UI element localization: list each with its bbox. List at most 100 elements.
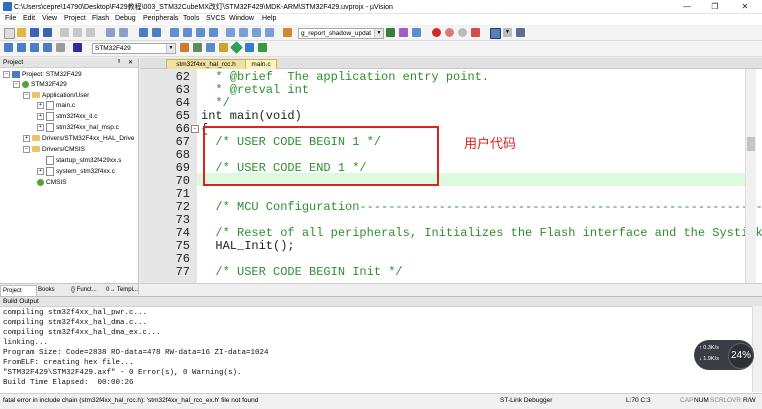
bookmark-icon[interactable]: [170, 28, 179, 37]
target-options-icon[interactable]: [180, 43, 189, 52]
menu-flash[interactable]: Flash: [92, 15, 109, 22]
open-folder-icon[interactable]: [17, 28, 26, 37]
find-icon[interactable]: [386, 28, 395, 37]
find-combo[interactable]: g_report_shadow_updat ▼: [298, 28, 384, 39]
code-line[interactable]: /* MCU Configuration--------------------…: [201, 200, 762, 214]
code-line[interactable]: /* USER CODE BEGIN Init */: [201, 265, 402, 279]
cut-icon[interactable]: [60, 28, 69, 37]
undo-icon[interactable]: [106, 28, 115, 37]
disable-breakpoint-icon[interactable]: [445, 28, 454, 37]
pack-installer-icon[interactable]: [219, 43, 228, 52]
next-bookmark-icon[interactable]: [196, 28, 205, 37]
window-layout-icon[interactable]: [490, 28, 501, 39]
clear-breakpoints-icon[interactable]: [458, 28, 467, 37]
expand-icon[interactable]: +: [37, 102, 44, 109]
stop-build-icon[interactable]: [56, 43, 65, 52]
menu-help[interactable]: Help: [262, 15, 276, 22]
tab-books[interactable]: Books: [36, 285, 68, 295]
menu-project[interactable]: Project: [64, 15, 86, 22]
chevron-down-icon[interactable]: ▼: [166, 44, 175, 53]
unindent-icon[interactable]: [239, 28, 248, 37]
menu-edit[interactable]: Edit: [23, 15, 35, 22]
save-icon[interactable]: [30, 28, 39, 37]
expand-icon[interactable]: +: [37, 124, 44, 131]
menu-debug[interactable]: Debug: [115, 15, 136, 22]
redo-icon[interactable]: [119, 28, 128, 37]
manage-components-icon[interactable]: [206, 43, 215, 52]
clear-bookmarks-icon[interactable]: [209, 28, 218, 37]
scrollbar-thumb[interactable]: [747, 137, 755, 151]
configure-icon[interactable]: [516, 28, 525, 37]
new-file-icon[interactable]: [4, 28, 15, 39]
prev-bookmark-icon[interactable]: [183, 28, 192, 37]
file-extensions-icon[interactable]: [193, 43, 202, 52]
panel-close-icon[interactable]: ✕: [128, 59, 133, 66]
tab-stm32f4xx-hal-rcc-h[interactable]: stm32f4xx_hal_rcc.h: [166, 59, 246, 69]
fold-collapse-icon[interactable]: −: [191, 125, 199, 133]
layout-dropdown-icon[interactable]: ▼: [503, 28, 512, 37]
kill-breakpoints-icon[interactable]: [471, 28, 480, 37]
code-line[interactable]: HAL_Init();: [201, 239, 294, 253]
menu-svcs[interactable]: SVCS: [206, 15, 225, 22]
collapse-icon[interactable]: −: [13, 80, 20, 88]
collapse-icon[interactable]: −: [23, 145, 30, 153]
tree-item-it-c[interactable]: + stm32f4xx_it.c: [37, 112, 98, 121]
menu-peripherals[interactable]: Peripherals: [143, 15, 178, 22]
expand-icon[interactable]: +: [37, 113, 44, 120]
close-button[interactable]: ✕: [738, 1, 752, 12]
menu-file[interactable]: File: [5, 15, 16, 22]
code-line[interactable]: */: [201, 96, 229, 110]
tab-functions[interactable]: {} Funct...: [69, 285, 104, 295]
tree-item-group-hal-driver[interactable]: + Drivers/STM32F4xx_HAL_Drive: [23, 134, 134, 143]
manage-run-time-icon[interactable]: [258, 43, 267, 52]
maximize-button[interactable]: ❐: [708, 1, 722, 12]
collapse-icon[interactable]: −: [3, 70, 10, 78]
tab-main-c[interactable]: main.c: [245, 59, 277, 69]
tree-item-cmsis-component[interactable]: CMSIS: [37, 178, 67, 187]
tree-item-target[interactable]: − STM32F429: [13, 80, 67, 89]
indent-icon[interactable]: [226, 28, 235, 37]
download-icon[interactable]: [73, 43, 82, 52]
code-line[interactable]: * @brief The application entry point.: [201, 70, 489, 84]
comment-icon[interactable]: [252, 28, 261, 37]
nav-forward-icon[interactable]: [152, 28, 161, 37]
translate-icon[interactable]: [4, 43, 13, 52]
copy-icon[interactable]: [73, 28, 82, 37]
menu-view[interactable]: View: [42, 15, 57, 22]
tree-item-startup-s[interactable]: startup_stm32f429xx.s: [46, 156, 121, 165]
find-in-files-icon[interactable]: [283, 28, 292, 37]
tree-item-system-c[interactable]: + system_stm32f4xx.c: [37, 167, 115, 176]
code-line[interactable]: int main(void): [201, 109, 302, 123]
build-icon[interactable]: [17, 43, 26, 52]
expand-icon[interactable]: +: [23, 134, 30, 142]
network-speed-widget[interactable]: ↑ 0.3K/s ↓ 1.9K/s 24%: [694, 340, 754, 370]
tree-item-hal-msp-c[interactable]: + stm32f4xx_hal_msp.c: [37, 123, 119, 132]
menu-window[interactable]: Window: [229, 15, 254, 22]
collapse-icon[interactable]: −: [23, 91, 30, 99]
rebuild-icon[interactable]: [30, 43, 39, 52]
chevron-down-icon[interactable]: ▼: [374, 29, 383, 38]
breakpoint-icon[interactable]: [432, 28, 441, 37]
editor-horizontal-scrollbar[interactable]: [140, 283, 762, 296]
tree-item-group-app-user[interactable]: − Application/User: [23, 91, 89, 100]
tree-item-group-cmsis[interactable]: − Drivers/CMSIS: [23, 145, 85, 154]
nav-back-icon[interactable]: [139, 28, 148, 37]
editor-vertical-scrollbar[interactable]: [745, 69, 756, 283]
tree-item-project[interactable]: − Project: STM32F429: [3, 70, 82, 79]
find-replace-icon[interactable]: [412, 28, 421, 37]
minimize-button[interactable]: —: [680, 1, 694, 12]
batch-build-icon[interactable]: [43, 43, 52, 52]
select-software-packs-icon[interactable]: [245, 43, 254, 52]
tree-item-main-c[interactable]: + main.c: [37, 101, 75, 110]
pin-icon[interactable]: ᵍ: [118, 59, 120, 65]
code-line[interactable]: /* Reset of all peripherals, Initializes…: [201, 226, 762, 240]
code-line[interactable]: * @retval int: [201, 83, 309, 97]
menu-tools[interactable]: Tools: [183, 15, 199, 22]
incremental-find-icon[interactable]: [399, 28, 408, 37]
run-environment-icon[interactable]: [230, 41, 243, 54]
target-select[interactable]: STM32F429 ▼: [92, 43, 176, 54]
uncomment-icon[interactable]: [265, 28, 274, 37]
tab-templates[interactable]: 0→ Templ...: [104, 285, 140, 295]
expand-icon[interactable]: +: [37, 168, 44, 175]
save-all-icon[interactable]: [43, 28, 52, 37]
